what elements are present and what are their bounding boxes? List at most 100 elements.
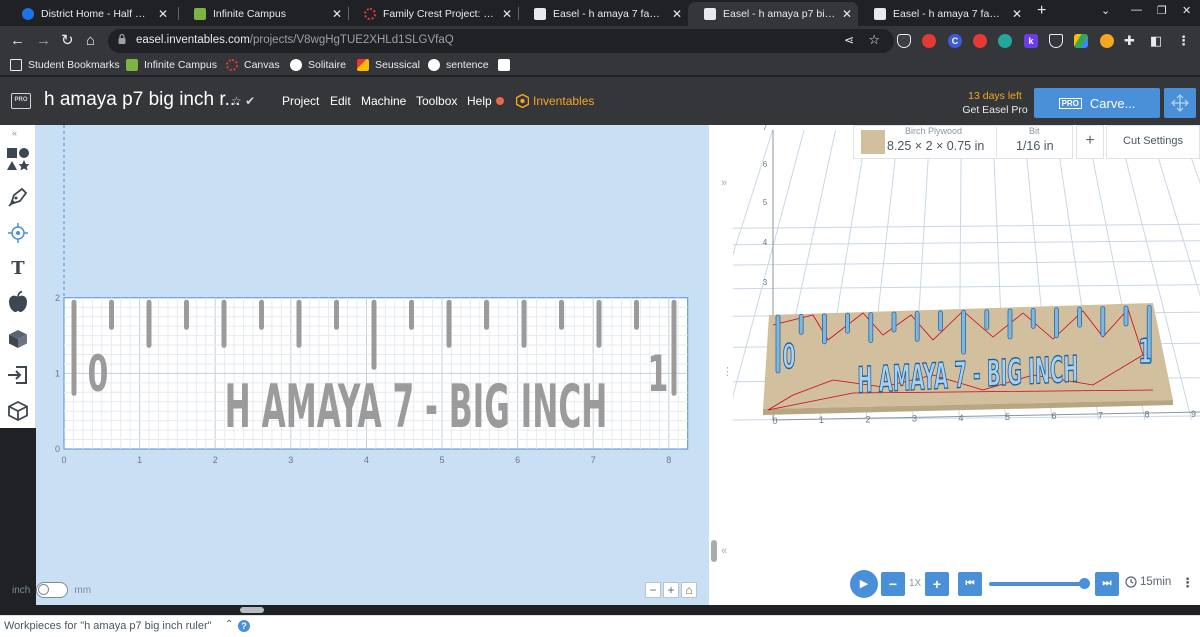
pen-tool-icon[interactable] — [6, 185, 30, 209]
menu-help[interactable]: Help — [467, 94, 492, 108]
reload-icon[interactable]: ↻ — [61, 31, 74, 51]
bookmark-sentence[interactable]: sentence — [428, 59, 489, 71]
collapse-tools-icon[interactable]: « — [12, 128, 17, 138]
browser-tab-easel-big-inch[interactable]: Easel - h amaya p7 big inch r ✕ — [688, 2, 858, 26]
preview-x-axis — [772, 411, 1200, 421]
home-view-button[interactable]: ⌂ — [681, 582, 697, 598]
extension-teal-icon[interactable] — [998, 34, 1012, 48]
preview-y-tick-label: 6 — [763, 160, 768, 169]
address-bar[interactable]: easel.inventables.com/projects/V8wgHgTUE… — [108, 29, 894, 53]
rewind-button[interactable]: ⏮ — [958, 572, 982, 596]
preview-more-icon[interactable]: ⋮ — [1181, 575, 1194, 591]
preview-x-tick-label: 3 — [912, 414, 917, 424]
tab-search-icon[interactable]: ⌄ — [1101, 4, 1110, 17]
browser-tab-infinite-campus[interactable]: Infinite Campus ✕ — [178, 2, 348, 26]
browser-tab-easel-family-crest-2[interactable]: Easel - h amaya 7 family cre ✕ — [858, 2, 1028, 26]
bookmark-solitaire[interactable]: Solitaire — [290, 59, 346, 71]
shield-extension-icon[interactable] — [897, 34, 911, 48]
expand-right-icon[interactable]: » — [721, 177, 727, 189]
new-tab-button[interactable]: + — [1037, 2, 1046, 20]
skip-to-end-button[interactable]: ⏭ — [1095, 572, 1119, 596]
carved-tick — [1007, 308, 1013, 340]
browser-tab-easel-family-crest[interactable]: Easel - h amaya 7 family cre ✕ — [518, 2, 688, 26]
apple-icon[interactable] — [6, 290, 30, 314]
favorite-star-icon[interactable]: ☆ ✔ — [231, 94, 255, 108]
bookmark-seussical[interactable]: Seussical — [357, 59, 420, 71]
horizontal-scroll-handle[interactable] — [240, 607, 264, 613]
workpieces-bar[interactable]: Workpieces for "h amaya p7 big inch rule… — [0, 615, 1200, 637]
play-simulation-button[interactable]: ▶ — [850, 570, 878, 598]
cut-settings-button[interactable]: Cut Settings — [1106, 125, 1200, 159]
ruler-tick — [409, 299, 414, 330]
chrome-menu-icon[interactable]: ⋮ — [1177, 31, 1190, 51]
preview-x-tick-label: 7 — [1098, 410, 1103, 420]
3d-preview[interactable]: 01234567893456701H AMAYA 7 - BIG INCH — [733, 125, 1200, 605]
menu-machine[interactable]: Machine — [361, 94, 406, 108]
extension-cookie-icon[interactable] — [1100, 34, 1114, 48]
import-icon[interactable] — [6, 363, 30, 387]
extension-red-icon[interactable] — [922, 34, 936, 48]
time-estimate[interactable]: 15min — [1125, 576, 1171, 588]
menu-project[interactable]: Project — [282, 94, 319, 108]
browser-tab-family-crest[interactable]: Family Crest Project: Heidi A ✕ — [348, 2, 518, 26]
3d-cube-icon[interactable] — [6, 399, 30, 423]
bookmark-untitled[interactable] — [498, 59, 516, 71]
units-toggle[interactable] — [36, 582, 69, 598]
close-tab-icon[interactable]: ✕ — [502, 7, 512, 21]
design-canvas[interactable]: 0 1 2 3 4 5 6 7 8 0 1 2 0 1 H AMAYA 7 - BIG INCH — [36, 125, 709, 605]
google-drive-icon[interactable] — [1074, 34, 1088, 48]
simulation-progress-track[interactable] — [989, 582, 1083, 586]
extension-shield-icon[interactable] — [1049, 34, 1063, 48]
minimize-window-icon[interactable]: — — [1131, 4, 1142, 16]
expand-preview-button[interactable] — [1164, 88, 1196, 118]
apps-box-icon[interactable] — [6, 327, 30, 351]
bookmark-canvas[interactable]: Canvas — [226, 59, 280, 71]
extension-k-icon[interactable]: k — [1024, 34, 1038, 48]
browser-tab-district-home[interactable]: District Home - Half Hollow ✕ — [6, 2, 174, 26]
forward-icon[interactable]: → — [36, 31, 51, 51]
back-icon[interactable]: ← — [10, 31, 25, 51]
target-icon[interactable] — [6, 221, 30, 245]
close-tab-icon[interactable]: ✕ — [332, 7, 342, 21]
text-tool-icon[interactable]: T — [6, 257, 30, 281]
bookmark-infinite-campus[interactable]: Infinite Campus — [126, 59, 217, 71]
pro-logo-icon[interactable]: PRO — [11, 93, 31, 109]
close-tab-icon[interactable]: ✕ — [158, 7, 168, 21]
bookmark-student-bookmarks[interactable]: Student Bookmarks — [10, 59, 120, 71]
easel-favicon-icon — [704, 8, 716, 20]
extension-c-icon[interactable]: C — [948, 34, 962, 48]
home-icon[interactable]: ⌂ — [86, 31, 95, 51]
faster-button[interactable]: + — [925, 572, 949, 596]
side-panel-icon[interactable]: ◧ — [1150, 31, 1162, 51]
simulation-progress-knob[interactable] — [1079, 578, 1090, 589]
zoom-in-button[interactable]: + — [663, 582, 679, 598]
bookmark-star-icon[interactable]: ☆ — [868, 32, 880, 48]
add-bit-button[interactable]: + — [1076, 125, 1104, 159]
close-tab-icon[interactable]: ✕ — [1012, 7, 1022, 21]
chevron-up-icon[interactable]: ⌃ — [225, 619, 233, 630]
close-tab-icon[interactable]: ✕ — [842, 7, 852, 21]
expand-left-icon[interactable]: « — [721, 545, 727, 557]
menu-edit[interactable]: Edit — [330, 94, 351, 108]
close-window-icon[interactable]: ✕ — [1182, 4, 1191, 17]
drag-handle-icon[interactable]: ⋮ — [722, 365, 733, 378]
shapes-icon[interactable] — [6, 147, 30, 171]
project-title[interactable]: h amaya p7 big inch r... — [44, 89, 240, 111]
inventables-link[interactable]: Inventables — [516, 94, 594, 108]
workpieces-label: Workpieces for "h amaya p7 big inch rule… — [4, 620, 212, 632]
close-tab-icon[interactable]: ✕ — [672, 7, 682, 21]
extensions-puzzle-icon[interactable]: ✚ — [1124, 31, 1135, 51]
trial-notice[interactable]: 13 days left Get Easel Pro — [954, 89, 1036, 117]
carve-button[interactable]: PRO Carve... — [1034, 88, 1160, 118]
share-icon[interactable]: ⋖ — [844, 33, 854, 47]
panel-divider[interactable]: » ⋮ « — [709, 125, 733, 605]
menu-toolbox[interactable]: Toolbox — [416, 94, 457, 108]
extension-record-icon[interactable] — [973, 34, 987, 48]
restore-window-icon[interactable]: ❐ — [1157, 4, 1167, 17]
slower-button[interactable]: − — [881, 572, 905, 596]
ruler-tick — [446, 299, 452, 348]
help-icon[interactable]: ? — [238, 620, 250, 632]
zoom-out-button[interactable]: − — [645, 582, 661, 598]
preview-x-tick-label: 5 — [1005, 412, 1010, 422]
vertical-scroll-handle[interactable] — [711, 540, 717, 562]
